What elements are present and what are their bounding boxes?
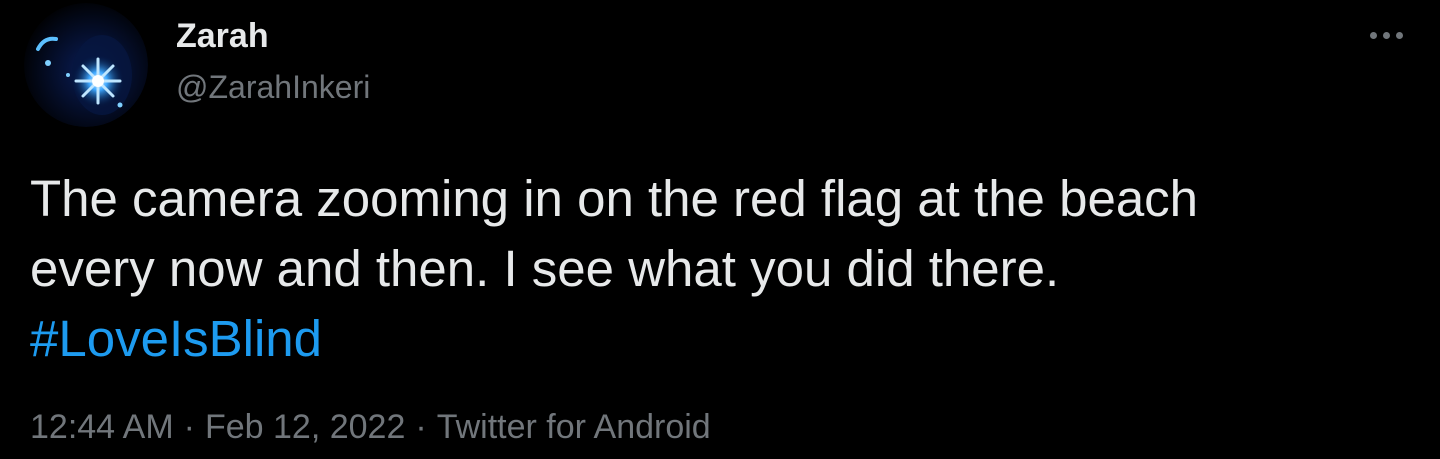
separator: ·: [415, 408, 427, 446]
tweet-text-line: every now and then. I see what you did t…: [30, 240, 1060, 297]
tweet-text-line: The camera zooming in on the red flag at…: [30, 170, 1199, 227]
tweet-source[interactable]: Twitter for Android: [437, 408, 711, 446]
tweet-text: The camera zooming in on the red flag at…: [30, 164, 1410, 374]
tweet-metadata: 12:44 AM · Feb 12, 2022 · Twitter for Androi…: [30, 404, 711, 450]
hashtag-link[interactable]: #LoveIsBlind: [30, 304, 1410, 374]
tweet-date[interactable]: Feb 12, 2022: [205, 408, 405, 446]
tweet-card: Zarah @ZarahInkeri The camera zooming in…: [0, 0, 1440, 459]
more-horizontal-icon: [1370, 32, 1377, 39]
author-display-name[interactable]: Zarah: [176, 14, 269, 58]
glowing-star-avatar-icon: [24, 3, 148, 127]
more-options-button[interactable]: [1362, 18, 1412, 52]
more-horizontal-icon: [1396, 32, 1403, 39]
tweet-time[interactable]: 12:44 AM: [30, 408, 174, 446]
separator: ·: [183, 408, 195, 446]
author-handle[interactable]: @ZarahInkeri: [176, 66, 370, 108]
more-horizontal-icon: [1383, 32, 1390, 39]
author-avatar[interactable]: [24, 3, 148, 127]
